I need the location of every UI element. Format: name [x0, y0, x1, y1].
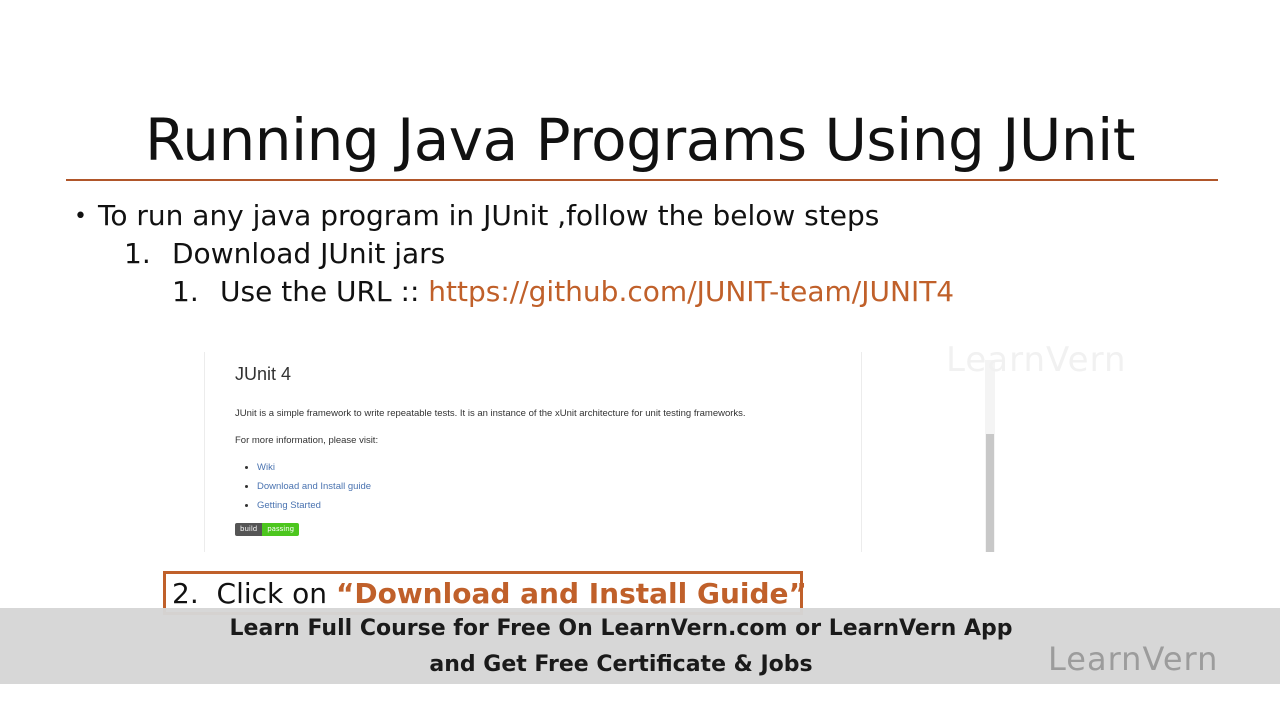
brand-logo: LearnVern: [1048, 640, 1219, 678]
substep-1-text: Use the URL ::: [220, 275, 429, 308]
step-1: 1. Download JUnit jars: [124, 236, 445, 272]
slide-title: Running Java Programs Using JUnit: [145, 106, 1135, 174]
embed-link-list: Wiki Download and Install guide Getting …: [243, 458, 371, 515]
list-item: Download and Install guide: [257, 477, 371, 496]
build-status-badge: build passing: [235, 523, 300, 536]
step-1-text: Download JUnit jars: [172, 237, 446, 270]
badge-status: passing: [262, 523, 300, 536]
watermark-logo: LearnVern: [946, 340, 1127, 380]
github-url-link[interactable]: https://github.com/JUNIT-team/JUNIT4: [428, 275, 954, 308]
title-divider: [66, 179, 1218, 181]
step-1-number: 1.: [124, 237, 151, 270]
wiki-link[interactable]: Wiki: [257, 462, 275, 473]
slide: Running Java Programs Using JUnit • To ru…: [0, 0, 1280, 720]
bullet-text: To run any java program in JUnit ,follow…: [98, 199, 880, 232]
embed-more-info: For more information, please visit:: [235, 435, 379, 446]
embed-description: JUnit is a simple framework to write rep…: [235, 408, 746, 419]
bullet-item: • To run any java program in JUnit ,follo…: [74, 198, 879, 235]
substep-1: 1. Use the URL :: https://github.com/JUNI…: [172, 274, 954, 310]
substep-1-number: 1.: [172, 275, 199, 308]
list-item: Getting Started: [257, 496, 371, 515]
embedded-github-screenshot: JUnit 4 JUnit is a simple framework to w…: [204, 352, 862, 552]
step-2-text: Click on: [216, 577, 336, 610]
bullet-marker: •: [74, 204, 87, 229]
step-2-quoted: “Download and Install Guide”: [335, 577, 807, 610]
step-2-number: 2.: [172, 577, 199, 610]
getting-started-link[interactable]: Getting Started: [257, 500, 321, 511]
badge-label: build: [235, 523, 263, 536]
scrollbar-thumb[interactable]: [986, 434, 994, 552]
list-item: Wiki: [257, 458, 371, 477]
embed-title: JUnit 4: [235, 364, 292, 384]
download-install-guide-link[interactable]: Download and Install guide: [257, 481, 371, 492]
